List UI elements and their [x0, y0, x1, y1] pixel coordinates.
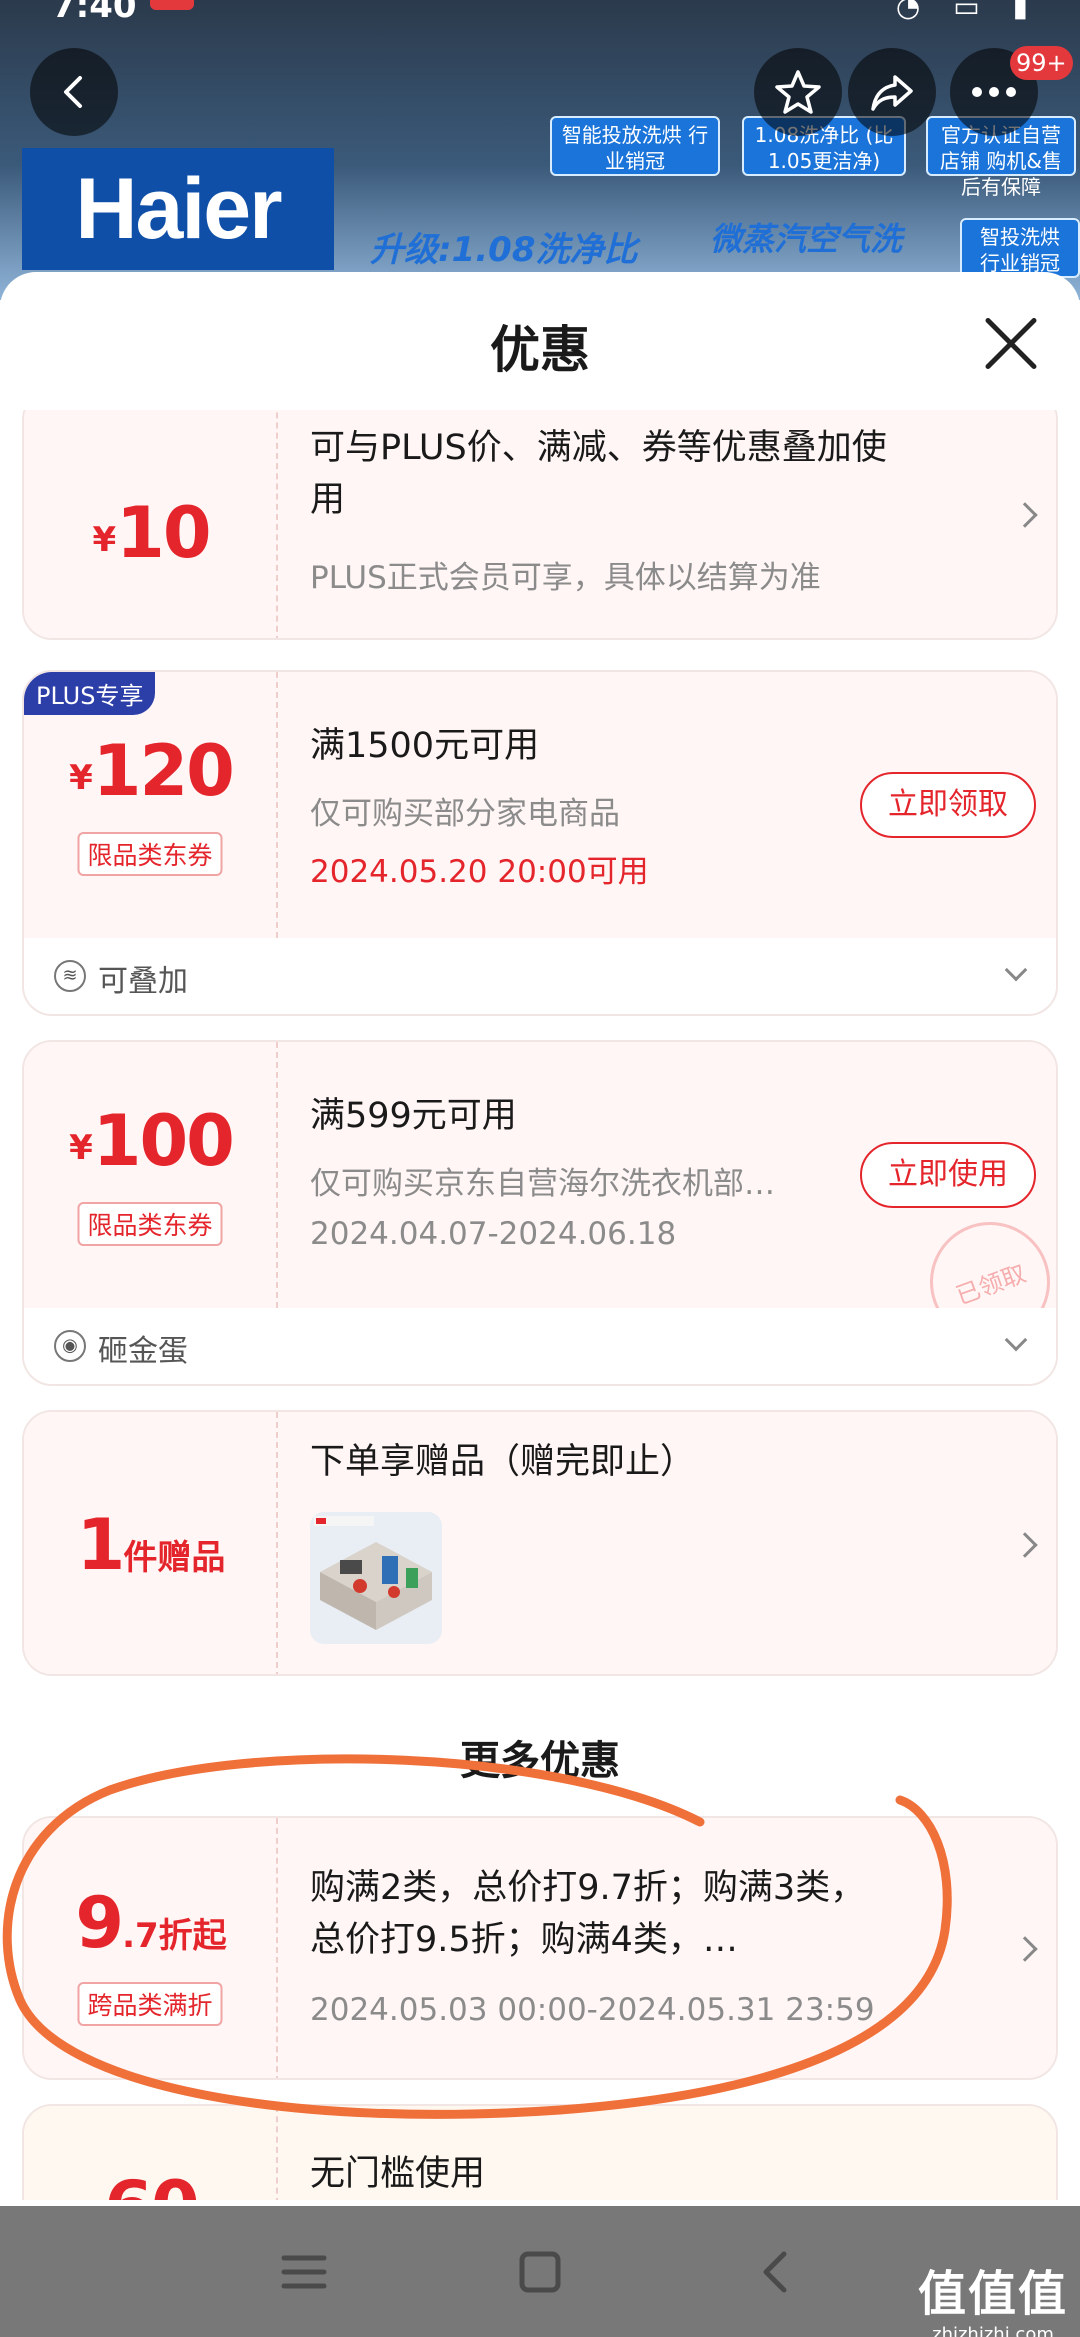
- coupon-amount: 60: [24, 2166, 278, 2200]
- coupon-title: 满599元可用: [310, 1096, 517, 1136]
- coupon-title: 可与PLUS价、满减、券等优惠叠加使用: [310, 428, 887, 520]
- notification-badge-icon: [150, 0, 194, 10]
- message-count-badge: 99+: [1010, 46, 1073, 80]
- coupon-card[interactable]: ¥100 限品类东券 满599元可用 仅可购买京东自营海尔洗衣机部… 2024.…: [22, 1040, 1058, 1386]
- coupon-subtitle: 仅可购买部分家电商品: [310, 796, 620, 832]
- coupon-title: 无门槛使用: [310, 2154, 486, 2194]
- gift-title: 下单享赠品（赠完即止）: [310, 1442, 696, 1482]
- discount-title: 购满2类，总价打9.7折；购满3类，总价打9.5折；购满4类，…: [310, 1868, 866, 1960]
- coupon-subtitle: 仅可购买京东自营海尔洗衣机部…: [310, 1166, 775, 1202]
- home-button[interactable]: [510, 2242, 570, 2302]
- share-button[interactable]: [848, 48, 936, 136]
- coupon-amount: ¥120: [69, 730, 235, 812]
- star-icon: [775, 70, 821, 114]
- status-bar: 7:40 ◔ ▭ ▮: [0, 0, 1080, 40]
- more-offers-title: 更多优惠: [460, 1738, 620, 1784]
- watermark-main: 值值值: [918, 2266, 1069, 2322]
- square-icon: [519, 2251, 561, 2293]
- watermark-url: zhizhizhi.com: [932, 2324, 1054, 2337]
- hero-tag: 智投洗烘 行业销冠: [960, 218, 1080, 278]
- coupon-footer-label: 砸金蛋: [98, 1334, 188, 1369]
- gift-room-image: [310, 1512, 442, 1644]
- site-watermark: 值值值 zhizhizhi.com: [918, 2254, 1068, 2337]
- product-hero-banner: 7:40 ◔ ▭ ▮ Haier 智能投放洗烘 行业销冠 1.08洗净比 (比1…: [0, 0, 1080, 300]
- coupon-amount: ¥100: [69, 1100, 235, 1182]
- coupon-date: 2024.04.07-2024.06.18: [310, 1216, 677, 1252]
- back-button[interactable]: [30, 48, 118, 136]
- brand-logo-box: Haier: [22, 148, 334, 270]
- sheet-title: 优惠: [490, 321, 590, 379]
- stack-icon: ≋: [54, 960, 86, 992]
- discount-category-tag: 跨品类满折: [77, 1982, 223, 2026]
- promotions-sheet: 优惠 ¥10 可与PLUS价、满减、券等优惠叠加使用 PLUS正式会员可享，具体…: [0, 272, 1080, 2337]
- coupon-footer[interactable]: ◉ 砸金蛋: [24, 1308, 1056, 1384]
- system-back-button[interactable]: [746, 2242, 806, 2302]
- more-dots-icon: [972, 87, 1016, 97]
- close-button[interactable]: [982, 314, 1040, 372]
- favorite-button[interactable]: [754, 48, 842, 136]
- hero-slogan: 微蒸汽空气洗: [710, 220, 903, 258]
- coupon-card[interactable]: ¥10 可与PLUS价、满减、券等优惠叠加使用 PLUS正式会员可享，具体以结算…: [22, 410, 1058, 640]
- discount-date: 2024.05.03 00:00-2024.05.31 23:59: [310, 1992, 875, 2028]
- menu-icon: [281, 2255, 327, 2289]
- chevron-left-icon: [64, 76, 82, 108]
- chevron-down-icon: [1004, 1328, 1028, 1352]
- coupon-title: 满1500元可用: [310, 726, 540, 766]
- status-icons: ◔ ▭ ▮: [895, 0, 1040, 23]
- coupon-card[interactable]: 60 无门槛使用: [22, 2104, 1058, 2200]
- coupon-date: 2024.05.20 20:00可用: [310, 854, 649, 890]
- brand-logo: Haier: [75, 160, 282, 257]
- coupon-footer[interactable]: ≋ 可叠加: [24, 938, 1056, 1014]
- discount-value: 9.7折起: [75, 1882, 227, 1964]
- share-icon: [871, 75, 913, 111]
- gift-thumbnail[interactable]: [310, 1512, 442, 1644]
- gift-card[interactable]: 1件赠品 下单享赠品（赠完即止）: [22, 1410, 1058, 1676]
- promotion-list[interactable]: ¥10 可与PLUS价、满减、券等优惠叠加使用 PLUS正式会员可享，具体以结算…: [0, 410, 1080, 2200]
- status-time: 7:40: [52, 0, 137, 26]
- hero-slogan: 升级:1.08洗净比: [370, 230, 638, 270]
- recent-apps-button[interactable]: [274, 2242, 334, 2302]
- egg-icon: ◉: [54, 1330, 86, 1362]
- claim-button[interactable]: 立即领取: [860, 772, 1036, 838]
- hero-tag: 智能投放洗烘 行业销冠: [550, 116, 720, 176]
- coupon-card[interactable]: ¥120 限品类东券 满1500元可用 仅可购买部分家电商品 2024.05.2…: [22, 670, 1058, 1016]
- discount-card[interactable]: 9.7折起 跨品类满折 购满2类，总价打9.7折；购满3类，总价打9.5折；购满…: [22, 1816, 1058, 2080]
- gift-count: 1件赠品: [76, 1504, 226, 1586]
- plus-exclusive-badge: PLUS专享: [24, 672, 156, 715]
- coupon-category-tag: 限品类东券: [77, 832, 223, 876]
- chevron-down-icon: [1004, 958, 1028, 982]
- coupon-category-tag: 限品类东券: [77, 1202, 223, 1246]
- triangle-back-icon: [763, 2251, 787, 2293]
- coupon-footer-label: 可叠加: [98, 964, 188, 999]
- coupon-subtitle: PLUS正式会员可享，具体以结算为准: [310, 560, 821, 596]
- use-now-button[interactable]: 立即使用: [860, 1142, 1036, 1208]
- coupon-amount: ¥10: [92, 492, 211, 574]
